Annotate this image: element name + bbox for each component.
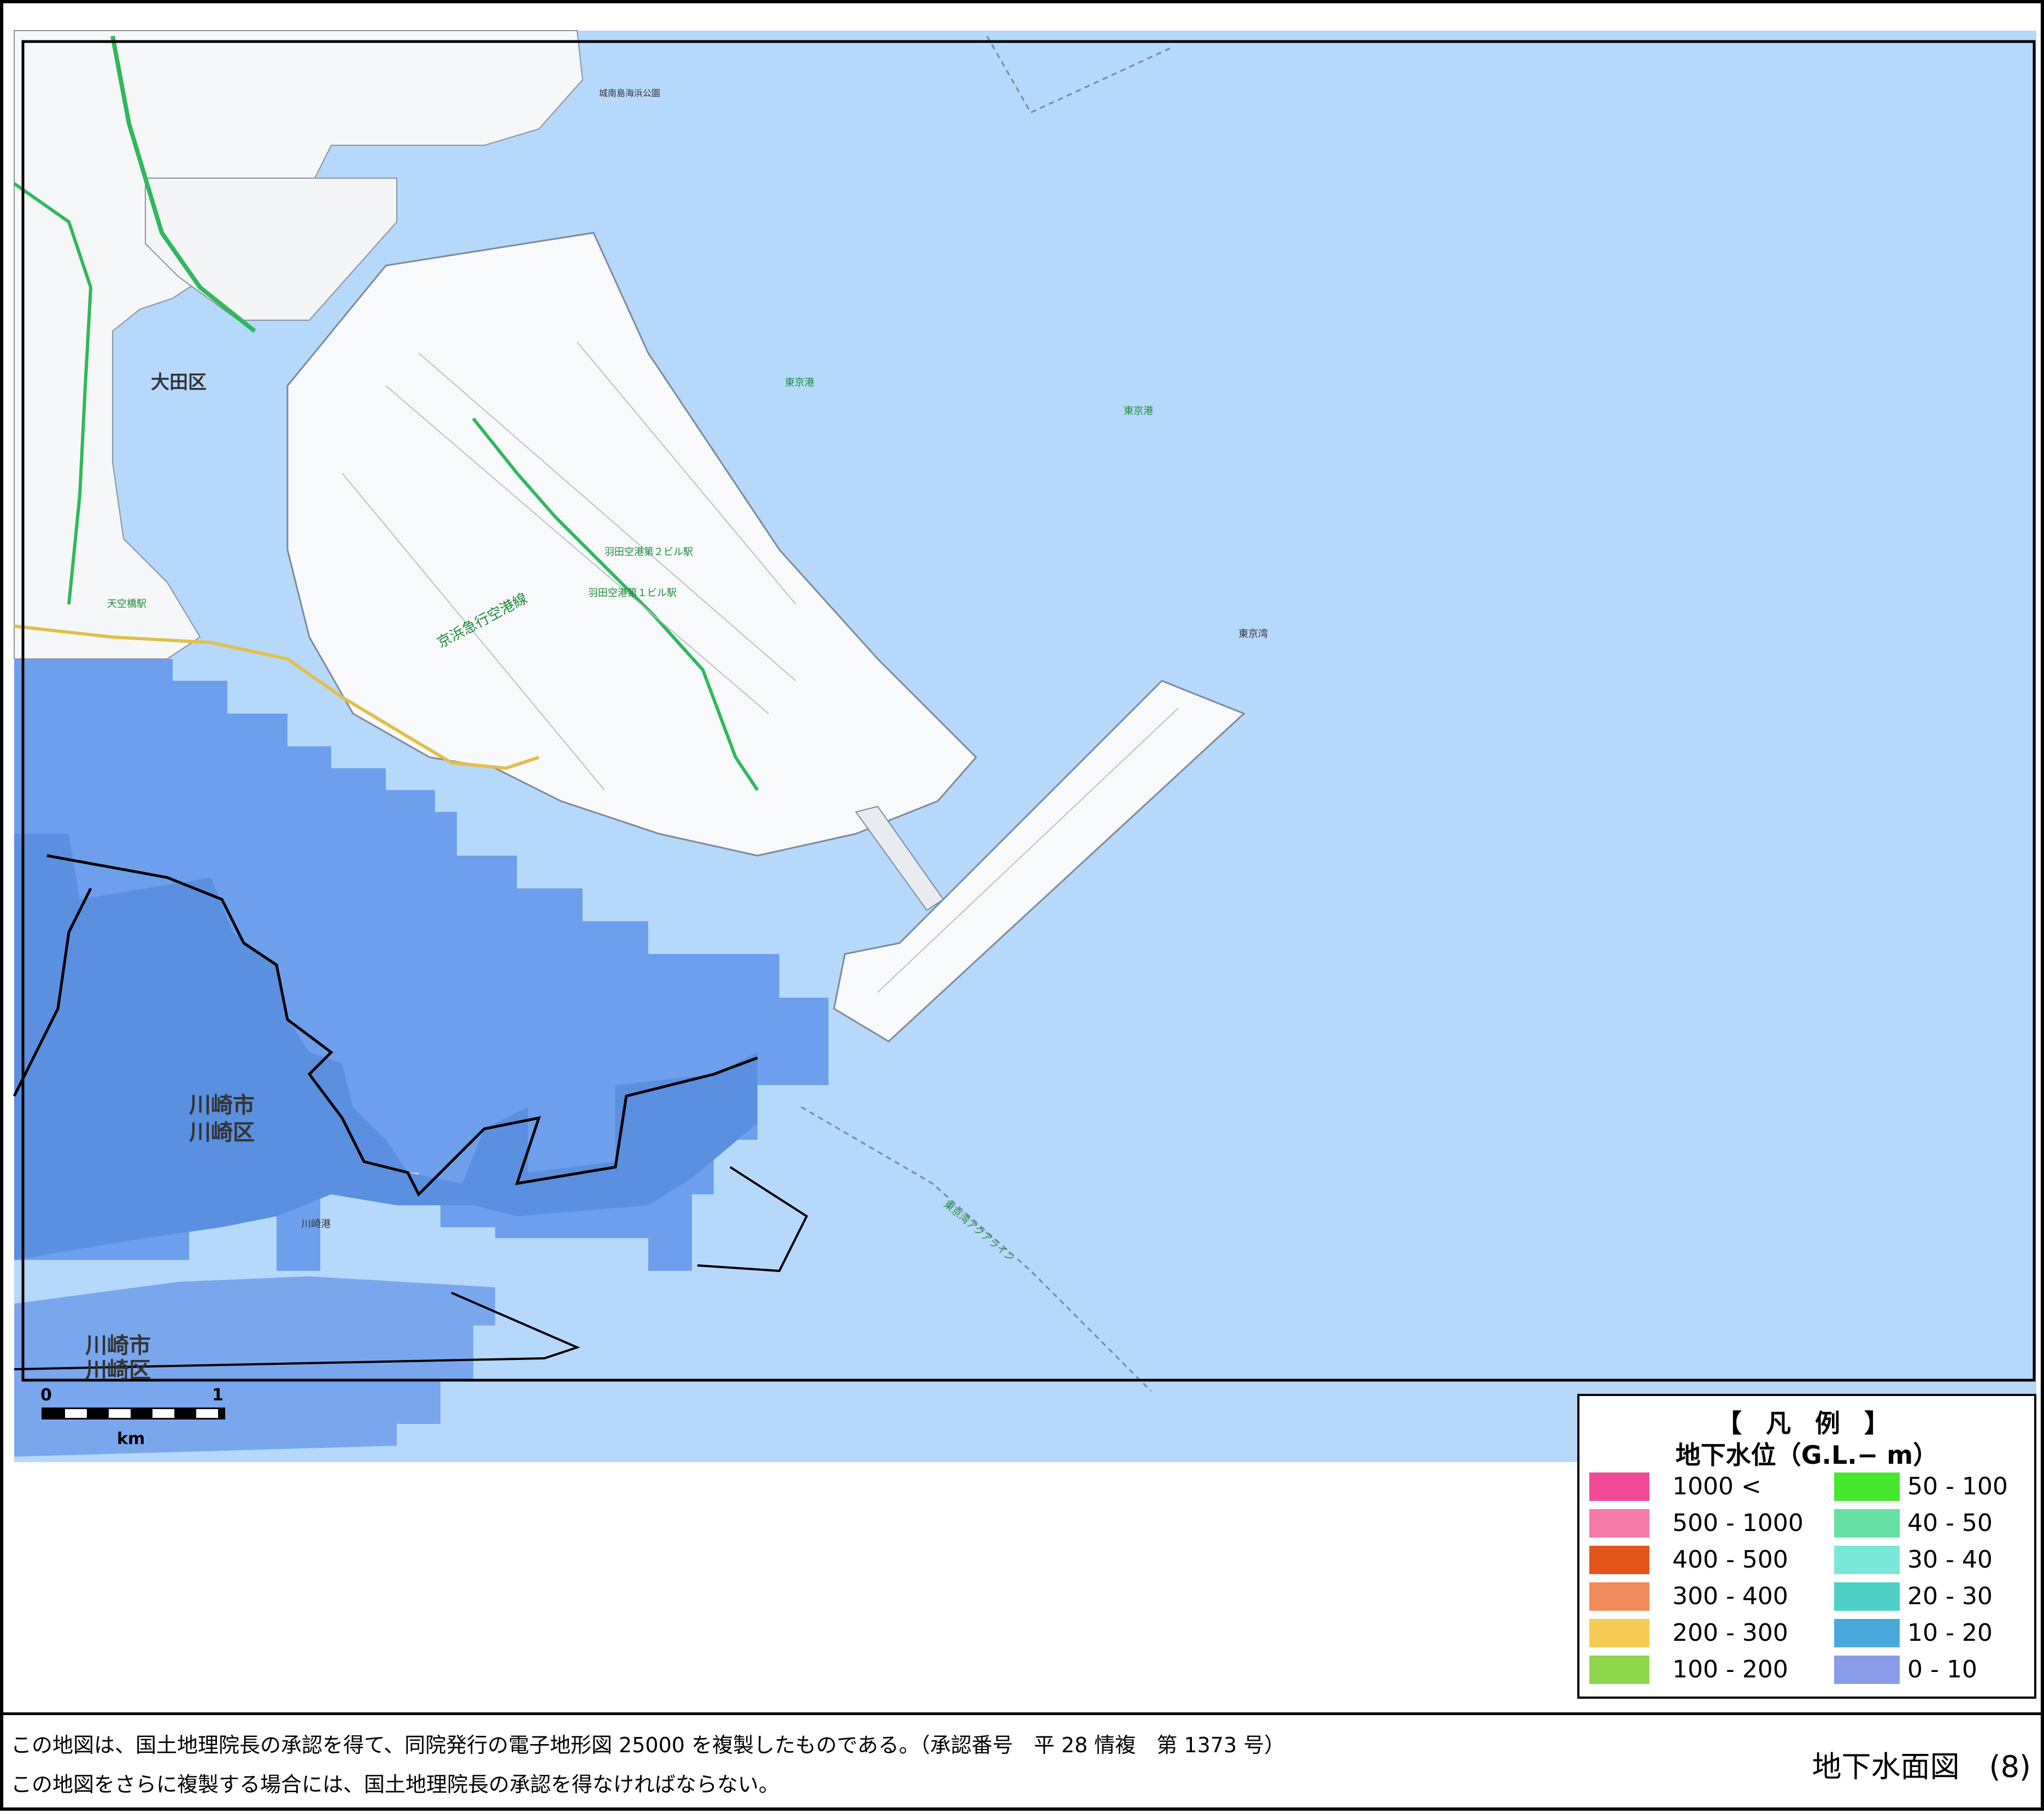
label-kawasaki-2b: 川崎区 xyxy=(85,1358,151,1383)
legend-label: 300 - 400 xyxy=(1672,1582,1788,1610)
legend-subtitle: 地下水位（G.L.− m） xyxy=(1675,1440,1939,1470)
map-sheet: 大田区 川崎市 川崎区 川崎市 川崎区 東京港 東京港 東京湾 京浜急行空港線 … xyxy=(0,0,2044,1811)
legend-swatch xyxy=(1834,1509,1900,1538)
legend-label: 400 - 500 xyxy=(1672,1546,1788,1574)
label-tokyo-port-1: 東京港 xyxy=(785,377,814,388)
footer: この地図は、国土地理院長の承認を得て、同院発行の電子地形図 25000 を複製し… xyxy=(3,1712,2044,1814)
legend-label: 20 - 30 xyxy=(1907,1582,1993,1610)
label-tokyo-bay: 東京湾 xyxy=(1238,628,1268,640)
legend-swatch xyxy=(1834,1582,1900,1611)
label-kawasaki-1b: 川崎区 xyxy=(189,1120,255,1145)
scale-zero: 0 xyxy=(40,1386,52,1405)
label-tokyo-port-2: 東京港 xyxy=(1124,405,1153,417)
label-haneda-t1: 羽田空港第１ビル駅 xyxy=(588,587,677,599)
legend-swatch xyxy=(1589,1473,1649,1501)
legend-title: 【 凡 例 】 xyxy=(1716,1409,1898,1438)
legend-label: 10 - 20 xyxy=(1907,1619,1993,1647)
legend-swatch xyxy=(1834,1473,1900,1501)
legend-swatch xyxy=(1589,1546,1649,1574)
legend-box: 【 凡 例 】 地下水位（G.L.− m） 1000 < 500 - 1000 40… xyxy=(1577,1394,2036,1699)
copyright-note-1: この地図は、国土地理院長の承認を得て、同院発行の電子地形図 25000 を複製し… xyxy=(11,1733,1285,1757)
label-kawasaki-1: 川崎市 xyxy=(189,1093,255,1118)
label-tenkubashi: 天空橋駅 xyxy=(107,598,146,610)
legend-swatch xyxy=(1589,1509,1649,1538)
legend-swatch xyxy=(1589,1582,1649,1611)
legend-swatch xyxy=(1834,1619,1900,1647)
label-ota-ku: 大田区 xyxy=(151,372,207,393)
label-kawasaki-port: 川崎港 xyxy=(301,1218,331,1230)
legend-label: 50 - 100 xyxy=(1907,1473,2008,1500)
figure-title: 地下水面図 (8) xyxy=(1812,1750,2031,1784)
legend-label: 500 - 1000 xyxy=(1672,1509,1804,1537)
label-haneda-t2: 羽田空港第２ビル駅 xyxy=(604,546,693,558)
legend-label: 200 - 300 xyxy=(1672,1619,1788,1647)
scale-bar-graphic xyxy=(42,1407,225,1420)
legend-swatch xyxy=(1834,1656,1900,1684)
scale-unit: km xyxy=(117,1429,145,1448)
groundwater-map: 大田区 川崎市 川崎区 川崎市 川崎区 東京港 東京港 東京湾 京浜急行空港線 … xyxy=(13,30,2036,1462)
scale-bar: 0 1 km xyxy=(36,1386,233,1457)
label-kawasaki-2: 川崎市 xyxy=(85,1333,151,1358)
legend-swatch xyxy=(1589,1619,1649,1647)
legend-label: 1000 < xyxy=(1672,1473,1761,1500)
legend-label: 30 - 40 xyxy=(1907,1546,1993,1574)
legend-swatch xyxy=(1834,1546,1900,1574)
legend-label: 100 - 200 xyxy=(1672,1656,1788,1683)
label-jonanjima: 城南島海浜公園 xyxy=(599,88,660,98)
legend-label: 40 - 50 xyxy=(1907,1509,1993,1537)
copyright-note-2: この地図をさらに複製する場合には、国土地理院長の承認を得なければならない。 xyxy=(11,1772,780,1797)
legend-swatch xyxy=(1589,1656,1649,1684)
scale-one: 1 xyxy=(212,1386,224,1405)
legend-label: 0 - 10 xyxy=(1907,1656,1977,1683)
